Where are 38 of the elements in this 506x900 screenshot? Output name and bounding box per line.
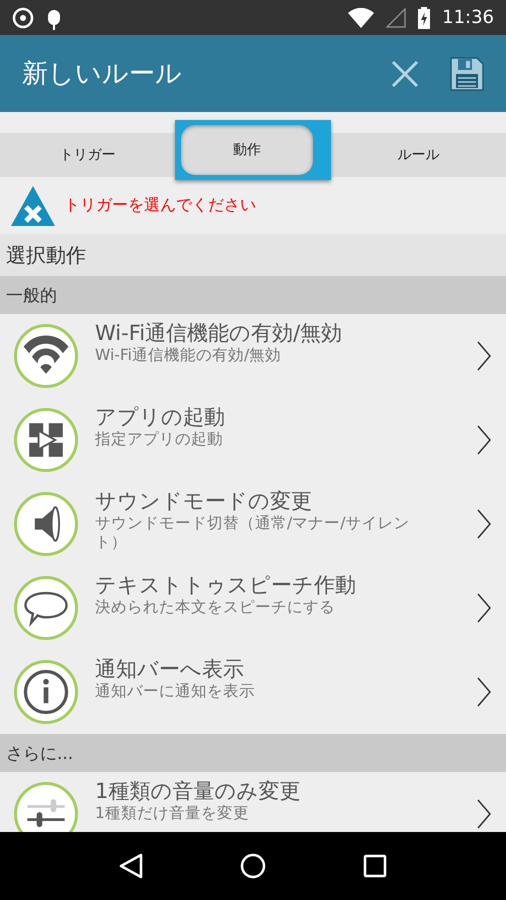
item-title: 通知バーへ表示 (95, 657, 245, 682)
action-item[interactable]: Wi-Fi通信機能の有効/無効 Wi-Fi通信機能の有効/無効 (0, 314, 506, 398)
record-icon (12, 6, 34, 28)
tab[interactable]: ルール (331, 133, 506, 177)
action-item[interactable]: アプリの起動 指定アプリの起動 (0, 398, 506, 482)
chevron-icon (476, 424, 492, 456)
signal-icon (386, 8, 406, 28)
warning-icon (10, 184, 56, 226)
action-item[interactable]: テキストトゥスピーチ作動 決められた本文をスピーチにする (0, 566, 506, 650)
item-title: アプリの起動 (95, 405, 226, 430)
chevron-icon (476, 508, 492, 540)
item-title: サウンドモードの変更 (95, 489, 313, 514)
clock-time: 11:36 (442, 7, 494, 28)
chevron-icon (476, 676, 492, 708)
tab[interactable]: トリガー (0, 133, 175, 177)
item-subtitle: 1種類だけ音量を変更 (95, 804, 250, 823)
section-heading: 選択動作 (0, 234, 506, 276)
battery-icon (418, 6, 430, 28)
chevron-icon (476, 340, 492, 372)
wifi-icon (348, 8, 374, 28)
item-subtitle: 通知バーに通知を表示 (95, 682, 256, 701)
item-title: 1種類の音量のみ変更 (95, 779, 302, 804)
sliders-icon (14, 782, 78, 832)
chevron-icon (476, 798, 492, 830)
item-subtitle: Wi-Fi通信機能の有効/無効 (95, 346, 282, 365)
tab[interactable]: 動作 (175, 120, 331, 180)
action-item[interactable]: 通知バーへ表示 通知バーに通知を表示 (0, 650, 506, 734)
chevron-icon (476, 592, 492, 624)
action-item[interactable]: サウンドモードの変更 サウンドモード切替（通常/マナー/サイレント） (0, 482, 506, 566)
item-subtitle: サウンドモード切替（通常/マナー/サイレント） (95, 514, 410, 552)
warning-message: トリガーを選んでください (64, 195, 256, 216)
item-subtitle: 指定アプリの起動 (95, 430, 224, 449)
item-title: Wi-Fi通信機能の有効/無効 (95, 321, 344, 346)
category-header: さらに... (0, 734, 506, 772)
category-header: 一般的 (0, 276, 506, 314)
screen-title: 新しいルール (22, 58, 183, 91)
item-title: テキストトゥスピーチ作動 (95, 573, 357, 598)
item-subtitle: 決められた本文をスピーチにする (95, 598, 336, 617)
